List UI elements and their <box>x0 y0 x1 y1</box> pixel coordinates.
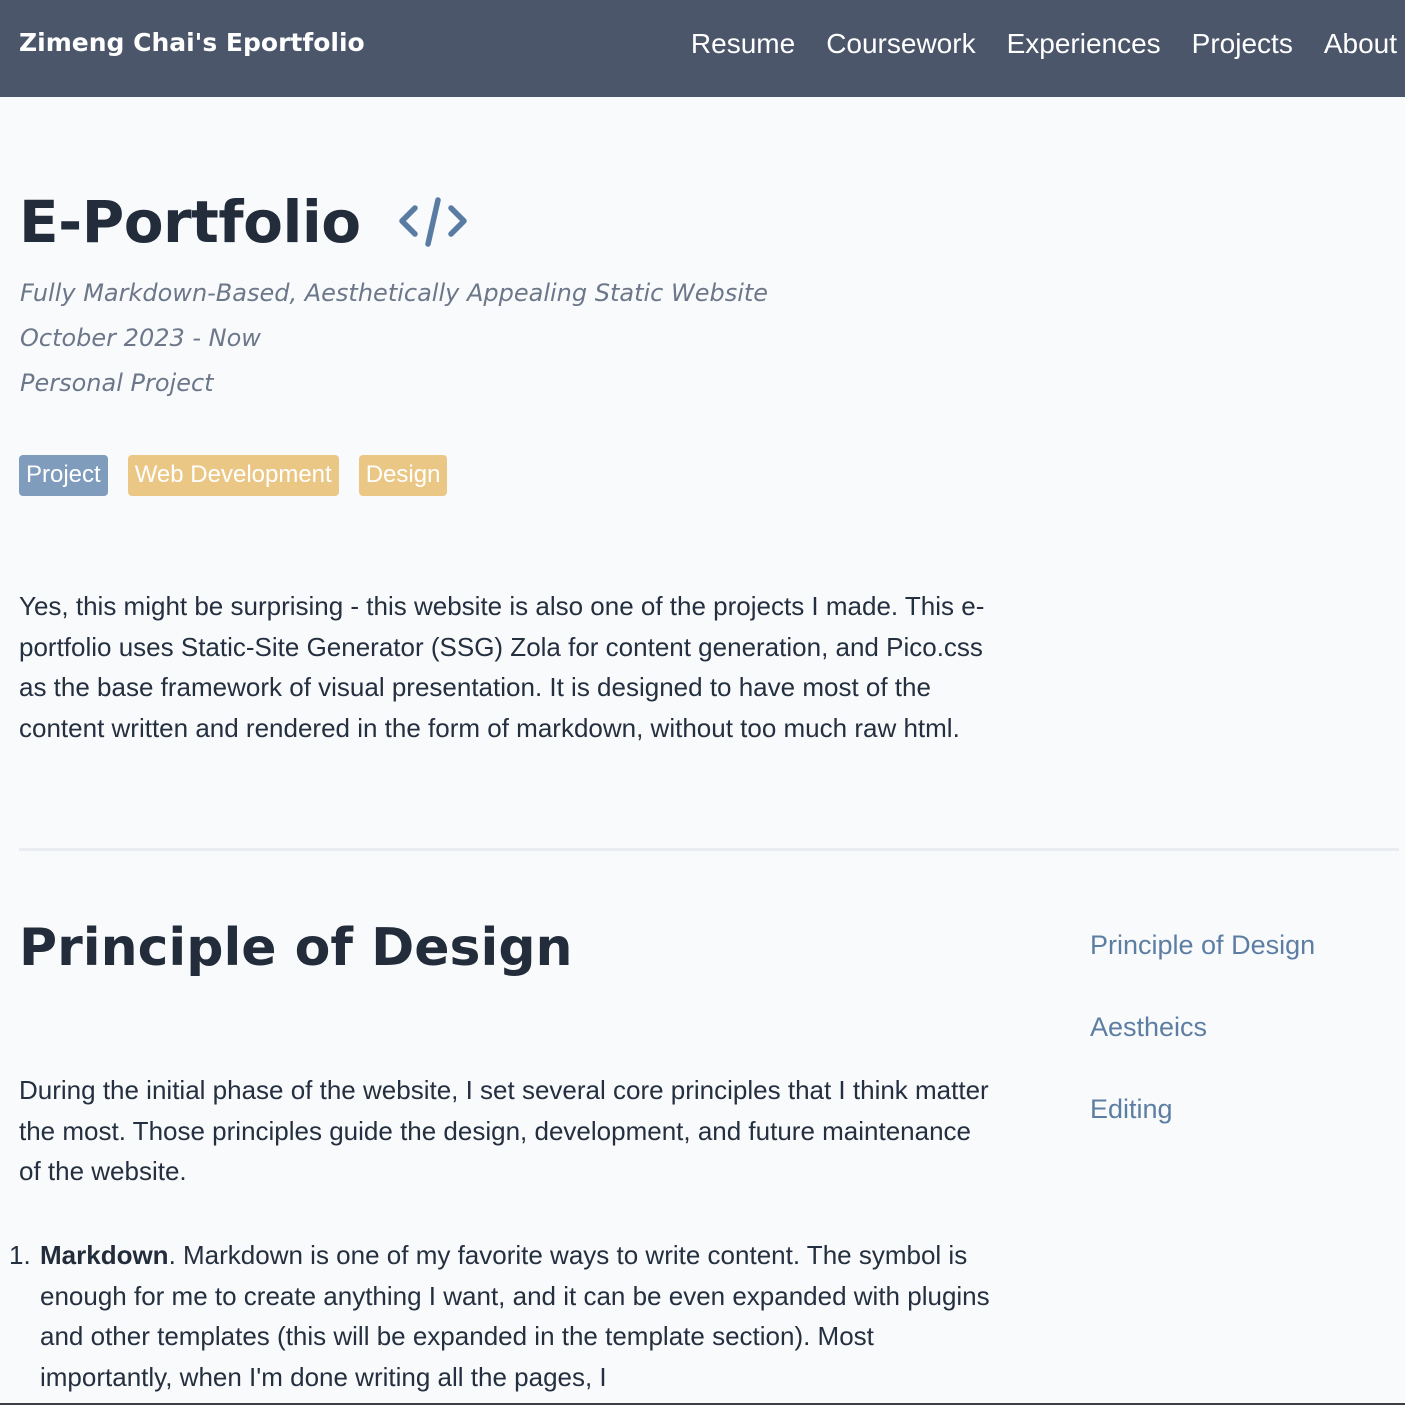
page-title-text: E-Portfolio <box>19 188 361 256</box>
section-title: Principle of Design <box>19 918 573 978</box>
page-title: E-Portfolio <box>19 188 469 256</box>
nav-link-projects[interactable]: Projects <box>1192 28 1293 60</box>
code-brackets-icon <box>398 194 469 250</box>
toc-link-editing[interactable]: Editing <box>1090 1094 1173 1125</box>
list-item-bold: Markdown <box>40 1240 169 1270</box>
nav-link-resume[interactable]: Resume <box>691 28 795 60</box>
tag-web-development[interactable]: Web Development <box>127 455 339 496</box>
tag-project[interactable]: Project <box>19 455 108 496</box>
project-type: Personal Project <box>20 369 214 397</box>
nav-link-coursework[interactable]: Coursework <box>826 28 975 60</box>
project-subtitle: Fully Markdown-Based, Aesthetically Appe… <box>20 279 769 307</box>
section-divider <box>19 848 1399 851</box>
toc-link-aestheics[interactable]: Aestheics <box>1090 1012 1207 1043</box>
section-paragraph: During the initial phase of the website,… <box>19 1075 989 1187</box>
tag-list: Project Web Development Design <box>19 455 448 496</box>
top-navbar: Zimeng Chai's Eportfolio Resume Coursewo… <box>0 0 1405 97</box>
project-date: October 2023 - Now <box>20 324 261 352</box>
list-item-number: 1. <box>9 1240 31 1270</box>
site-brand-link[interactable]: Zimeng Chai's Eportfolio <box>19 28 365 57</box>
tag-design[interactable]: Design <box>358 455 448 496</box>
nav-link-about[interactable]: About <box>1324 28 1397 60</box>
nav-links: Resume Coursework Experiences Projects A… <box>691 28 1397 60</box>
nav-link-experiences[interactable]: Experiences <box>1007 28 1161 60</box>
toc-link-principle-of-design[interactable]: Principle of Design <box>1090 930 1315 961</box>
list-item-body: Markdown. Markdown is one of my favorite… <box>40 1235 995 1397</box>
intro-paragraph: Yes, this might be surprising - this web… <box>19 591 985 743</box>
list-item-text: . Markdown is one of my favorite ways to… <box>40 1240 990 1392</box>
